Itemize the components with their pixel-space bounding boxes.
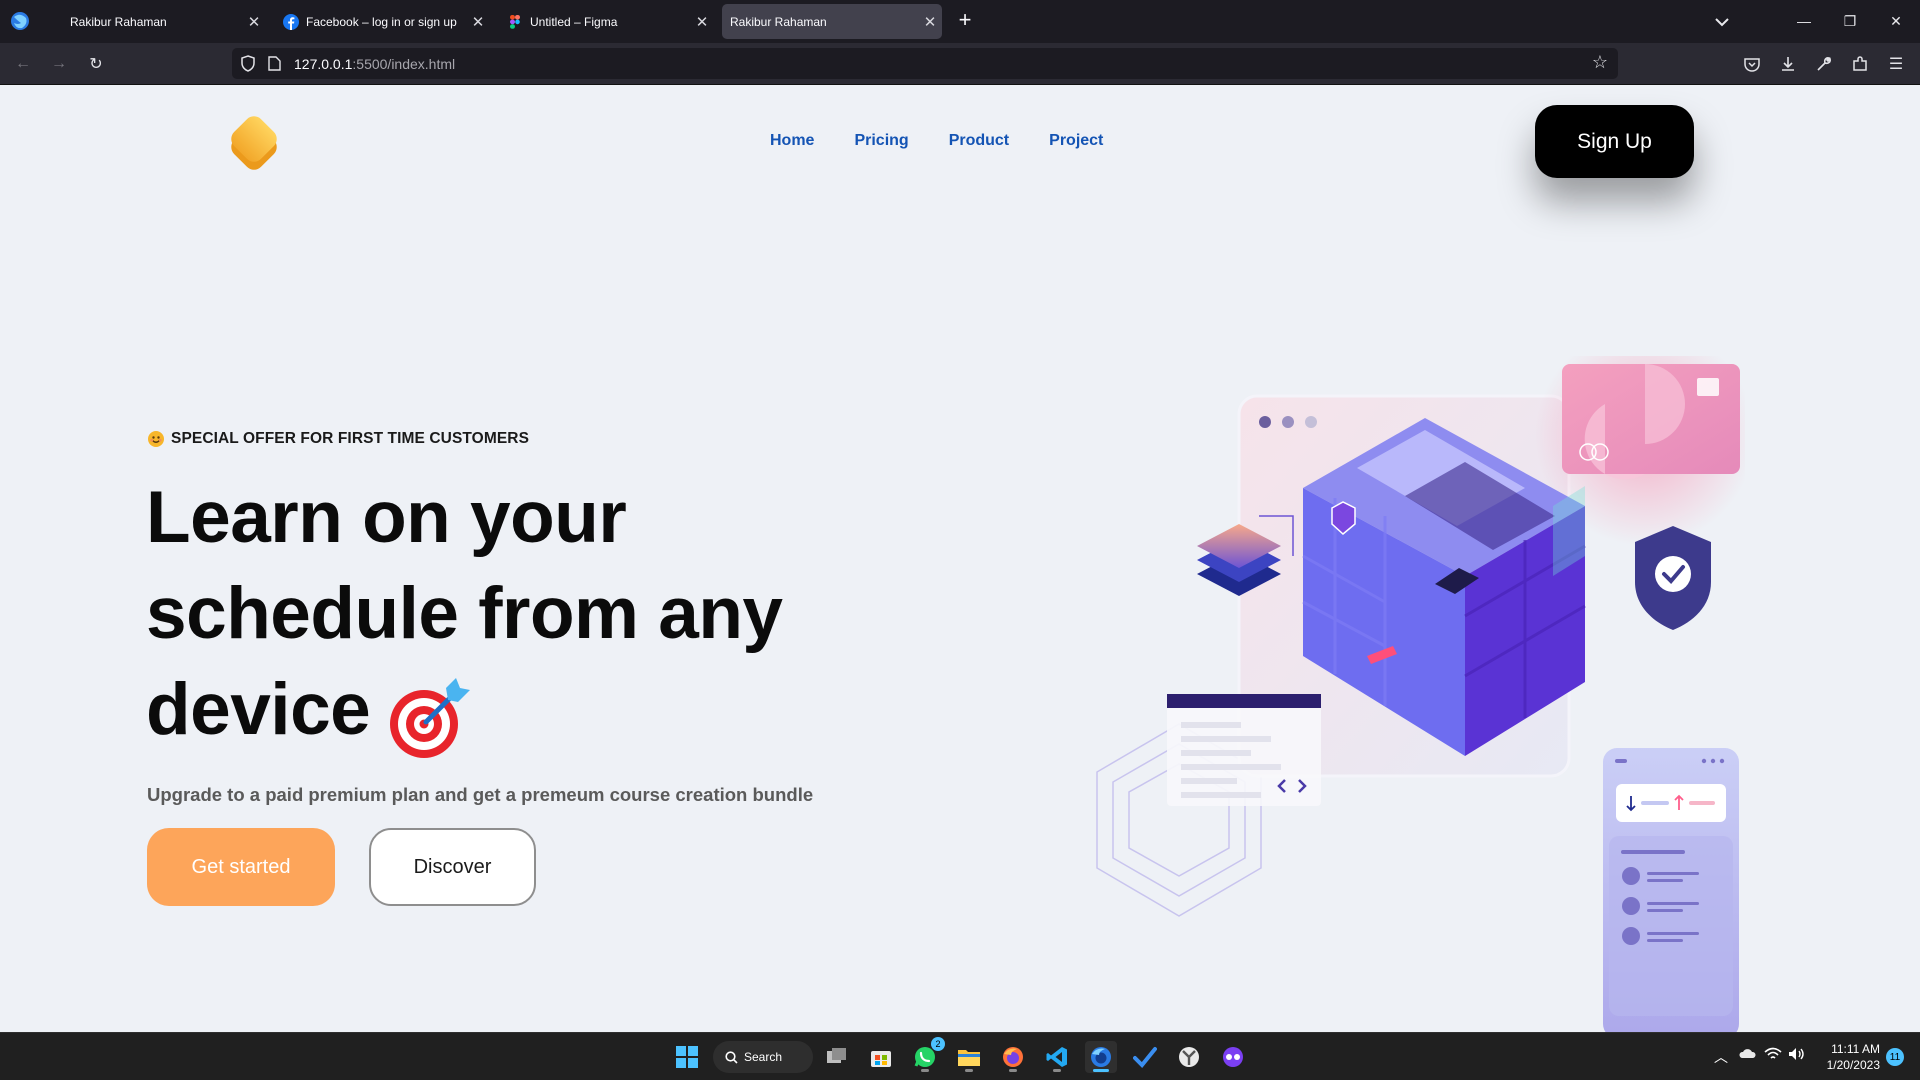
nav-pricing-link[interactable]: Pricing <box>854 132 908 150</box>
notification-badge: 2 <box>931 1037 945 1051</box>
tab-title: Rakibur Rahaman <box>70 14 167 29</box>
nav-home-link[interactable]: Home <box>770 132 814 150</box>
close-icon[interactable]: ✕ <box>918 13 942 31</box>
close-icon[interactable]: ✕ <box>242 13 266 31</box>
tab-title: Rakibur Rahaman <box>730 14 827 29</box>
page-icon <box>46 13 64 31</box>
chevron-up-icon[interactable]: ︿ <box>1714 1047 1728 1080</box>
minimize-button[interactable]: — <box>1784 6 1824 36</box>
vscode-icon[interactable] <box>1041 1041 1073 1073</box>
hero-title-line: schedule from any <box>146 573 783 654</box>
wrench-icon[interactable] <box>1812 52 1836 76</box>
todo-check-icon[interactable] <box>1129 1041 1161 1073</box>
tab-rakibur-1[interactable]: Rakibur Rahaman ✕ <box>36 4 266 39</box>
hero-title-line: device <box>146 669 371 750</box>
firefox-developer-icon[interactable] <box>1085 1041 1117 1073</box>
hero-illustration <box>1096 356 1745 1032</box>
pocket-icon[interactable] <box>1740 52 1764 76</box>
clock-date: 1/20/2023 <box>1826 1058 1880 1072</box>
chevron-down-icon[interactable] <box>1710 10 1734 34</box>
taskbar-search[interactable]: Search <box>713 1041 813 1073</box>
new-tab-button[interactable]: + <box>952 8 978 34</box>
extensions-icon[interactable] <box>1848 52 1872 76</box>
volume-icon[interactable] <box>1788 1047 1806 1080</box>
code-window <box>1167 694 1321 806</box>
windows-taskbar: Search 2 ︿ 11:11 AM 1/20/2023 11 <box>0 1032 1920 1080</box>
close-window-button[interactable]: ✕ <box>1876 6 1916 36</box>
back-icon[interactable]: ← <box>11 52 35 76</box>
search-label: Search <box>744 1050 783 1064</box>
target-dart-icon <box>390 678 470 758</box>
smiley-icon <box>148 431 164 447</box>
hero-title-line: Learn on your <box>146 477 627 558</box>
reload-icon[interactable]: ↻ <box>84 52 108 76</box>
tab-facebook[interactable]: Facebook – log in or sign up ✕ <box>272 4 490 39</box>
incognito-mask-icon[interactable] <box>1217 1041 1249 1073</box>
offer-text: SPECIAL OFFER FOR FIRST TIME CUSTOMERS <box>171 430 530 447</box>
whatsapp-icon[interactable]: 2 <box>909 1037 945 1073</box>
shield-check-icon <box>1635 526 1711 630</box>
file-explorer-icon[interactable] <box>953 1041 985 1073</box>
clock-time: 11:11 AM <box>1831 1042 1880 1056</box>
tab-title: Facebook – log in or sign up <box>306 14 457 29</box>
browser-navigation-bar: ← → ↻ 127.0.0.1:5500/index.html ☆ ☰ <box>0 43 1920 85</box>
site-navigation: Home Pricing Product Project <box>770 132 1103 150</box>
page-viewport: Home Pricing Product Project Sign Up SPE… <box>0 86 1920 1032</box>
nav-product-link[interactable]: Product <box>949 132 1009 150</box>
tab-rakibur-active[interactable]: Rakibur Rahaman ✕ <box>722 4 942 39</box>
tab-figma[interactable]: Untitled – Figma ✕ <box>496 4 714 39</box>
notification-center-badge[interactable]: 11 <box>1886 1048 1904 1066</box>
microsoft-store-icon[interactable] <box>865 1041 897 1073</box>
address-bar[interactable]: 127.0.0.1:5500/index.html ☆ <box>232 48 1618 79</box>
hero-title: Learn on your schedule from any device <box>146 470 866 758</box>
search-icon <box>725 1050 738 1064</box>
firefox-menu-icon[interactable] <box>10 11 30 31</box>
yandex-browser-icon[interactable] <box>1173 1041 1205 1073</box>
restore-button[interactable]: ❐ <box>1830 6 1870 36</box>
close-icon[interactable]: ✕ <box>466 13 490 31</box>
close-icon[interactable]: ✕ <box>690 13 714 31</box>
onedrive-cloud-icon[interactable] <box>1738 1047 1756 1080</box>
bookmark-star-icon[interactable]: ☆ <box>1592 52 1608 73</box>
tab-title: Untitled – Figma <box>530 14 618 29</box>
download-icon[interactable] <box>1776 52 1800 76</box>
shield-icon[interactable] <box>240 55 256 72</box>
browser-tab-bar: Rakibur Rahaman ✕ Facebook – log in or s… <box>0 0 1920 43</box>
special-offer-label: SPECIAL OFFER FOR FIRST TIME CUSTOMERS <box>148 430 529 448</box>
nav-project-link[interactable]: Project <box>1049 132 1103 150</box>
hero-subtitle: Upgrade to a paid premium plan and get a… <box>147 784 814 805</box>
brand-logo[interactable] <box>224 110 284 174</box>
phone-illustration <box>1603 748 1739 1032</box>
windows-icon <box>676 1046 698 1068</box>
get-started-button[interactable]: Get started <box>147 828 335 906</box>
page-icon <box>268 56 281 71</box>
forward-icon[interactable]: → <box>47 52 71 76</box>
figma-icon <box>506 13 524 31</box>
facebook-icon <box>282 13 300 31</box>
firefox-icon[interactable] <box>997 1041 1029 1073</box>
taskbar-clock[interactable]: 11:11 AM 1/20/2023 <box>1820 1041 1880 1073</box>
url-text: 127.0.0.1:5500/index.html <box>294 56 456 72</box>
hamburger-menu-icon[interactable]: ☰ <box>1884 52 1908 76</box>
task-view-icon[interactable] <box>821 1041 853 1073</box>
discover-button[interactable]: Discover <box>369 828 536 906</box>
start-button[interactable] <box>671 1041 703 1073</box>
sign-up-button[interactable]: Sign Up <box>1535 105 1694 178</box>
wifi-icon[interactable] <box>1764 1047 1782 1080</box>
